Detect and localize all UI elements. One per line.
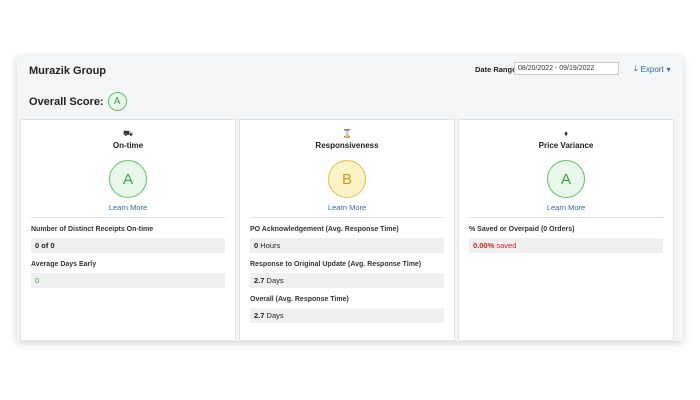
divider [469, 217, 663, 218]
learn-more-link[interactable]: Learn More [459, 203, 673, 212]
date-range-label: Date Range [475, 65, 517, 74]
divider [250, 217, 444, 218]
card-title: On-time [112, 141, 144, 150]
caret-down-icon: ▾ [666, 64, 671, 74]
card-title: Price Variance [538, 141, 594, 150]
hourglass-icon: ⌛ [342, 129, 352, 138]
truck-icon: ⛟ [122, 129, 134, 138]
grade-badge: A [547, 160, 585, 198]
metric-value: 0 of 0 [31, 238, 225, 253]
learn-more-link[interactable]: Learn More [240, 203, 454, 212]
metric-label: PO Acknowledgement (Avg. Response Time) [250, 226, 399, 233]
metric-unit: saved [496, 241, 517, 250]
metric-unit: Hours [260, 241, 281, 250]
metric-value: 0 [31, 273, 225, 288]
metric-label: Number of Distinct Receipts On-time [31, 226, 154, 233]
grade-badge: B [328, 160, 366, 198]
export-button[interactable]: ⤓ Export ▾ [634, 64, 671, 74]
metric-label: % Saved or Overpaid (0 Orders) [469, 226, 575, 233]
card-on-time: ⛟ On-time A Learn More Number of Distinc… [20, 119, 236, 341]
metric-number: 2.7 [254, 311, 265, 320]
card-title: Responsiveness [315, 141, 379, 150]
date-range-input[interactable]: 08/20/2022 - 09/19/2022 [514, 62, 619, 75]
metric-value: 2.7 Days [250, 308, 444, 323]
metric-unit: Days [266, 276, 284, 285]
metric-value: 2.7 Days [250, 273, 444, 288]
card-price-variance: ♦ Price Variance A Learn More % Saved or… [458, 119, 674, 341]
metric-label: Response to Original Update (Avg. Respon… [250, 261, 422, 268]
card-responsiveness: ⌛ Responsiveness B Learn More PO Acknowl… [239, 119, 455, 341]
overall-grade-badge: A [107, 92, 127, 111]
company-name: Murazik Group [29, 65, 107, 77]
metric-label: Overall (Avg. Response Time) [250, 296, 349, 303]
metric-value: 0 Hours [250, 238, 444, 253]
metric-label: Average Days Early [31, 261, 97, 268]
download-icon: ⤓ [634, 64, 638, 73]
scorecard-panel: Murazik Group Date Range 08/20/2022 - 09… [17, 56, 683, 341]
metric-value: 0.00% saved [469, 238, 663, 253]
export-label: Export [640, 64, 664, 74]
metric-number: 0 of 0 [35, 241, 55, 250]
metric-number: 0.00% [473, 241, 495, 250]
tag-icon: ♦ [563, 129, 569, 138]
metric-unit: Days [266, 311, 284, 320]
divider [31, 217, 225, 218]
learn-more-link[interactable]: Learn More [21, 203, 235, 212]
grade-badge: A [109, 160, 147, 198]
score-cards: ⛟ On-time A Learn More Number of Distinc… [20, 119, 674, 341]
overall-score-label: Overall Score: [29, 95, 104, 108]
overall-score: Overall Score: A [29, 92, 127, 111]
metric-number: 0 [254, 241, 259, 250]
metric-number: 2.7 [254, 276, 265, 285]
